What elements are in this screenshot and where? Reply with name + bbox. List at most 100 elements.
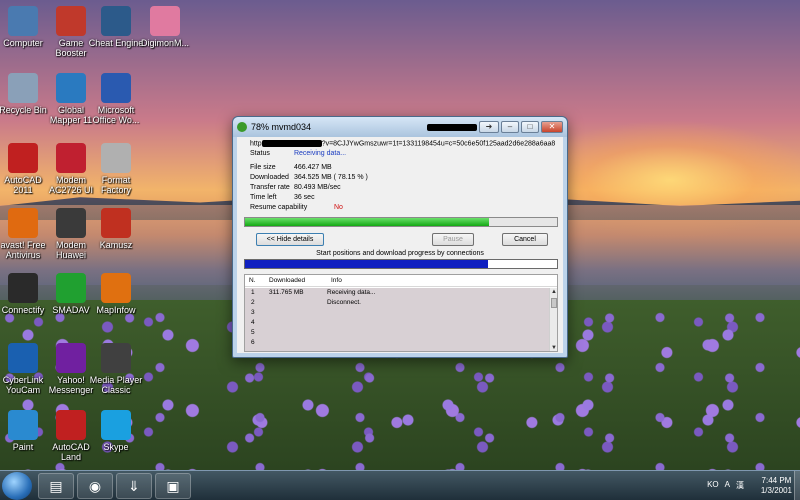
- row-downloaded: [265, 338, 327, 348]
- desktop-shortcut[interactable]: Microsoft Office Wo...: [83, 73, 149, 125]
- desktop-shortcut[interactable]: Kamusz: [83, 208, 149, 250]
- word-icon: [101, 73, 131, 103]
- minimize-button[interactable]: –: [501, 121, 519, 133]
- desktop-shortcut[interactable]: Media Player Classic: [83, 343, 149, 395]
- mapinfo-icon: [101, 273, 131, 303]
- desktop-shortcut[interactable]: DigimonM...: [132, 6, 198, 48]
- window-client-area: http ?v=8CJJYwGmszuwr=1t=1331198454u=c=50…: [237, 137, 563, 353]
- download-progress-fill: [245, 218, 489, 226]
- format-factory-icon: [101, 143, 131, 173]
- resume-capability-row: Resume capability No: [250, 204, 343, 211]
- start-button[interactable]: [2, 472, 32, 500]
- desktop-shortcut-label: Media Player Classic: [89, 375, 143, 395]
- row-downloaded: 311.765 MB: [269, 289, 304, 296]
- desktop-shortcut[interactable]: Skype: [83, 410, 149, 452]
- clock[interactable]: 7:44 PM 1/3/2001: [761, 476, 792, 496]
- avast-icon: [8, 208, 38, 238]
- hide-details-button[interactable]: << Hide details: [256, 233, 324, 246]
- huawei-modem-icon: [56, 208, 86, 238]
- scrollbar-thumb[interactable]: [551, 298, 557, 308]
- time-left-label: Time left: [250, 194, 277, 201]
- downloaded-label: Downloaded: [250, 174, 289, 181]
- url-prefix: http: [250, 140, 262, 148]
- status-label: Status: [250, 150, 270, 157]
- file-size-row: File size 466.427 MB: [250, 164, 332, 171]
- desktop-shortcut-label: Microsoft Office Wo...: [92, 105, 140, 125]
- row-downloaded: [265, 298, 327, 308]
- row-info: [327, 308, 551, 318]
- row-number: 2: [251, 299, 255, 306]
- cancel-button[interactable]: Cancel: [502, 233, 548, 246]
- digimon-icon: [150, 6, 180, 36]
- desktop-shortcut-label: Skype: [103, 442, 129, 452]
- windows-explorer-icon[interactable]: ▤: [38, 473, 74, 499]
- table-row[interactable]: 5: [245, 328, 551, 338]
- scroll-up-arrow-icon[interactable]: ▲: [550, 288, 557, 296]
- table-scrollbar[interactable]: ▲ ▼: [549, 288, 557, 351]
- row-number: 5: [251, 329, 255, 336]
- column-header-info[interactable]: Info: [327, 275, 557, 286]
- download-progress-bar: [244, 217, 558, 227]
- table-row[interactable]: 4: [245, 318, 551, 328]
- window-titlebar[interactable]: 78% mvmd034 ➜ – □ ✕: [233, 117, 567, 137]
- time-left-value: 36 sec: [293, 194, 315, 201]
- yahoo-messenger-icon: [56, 343, 86, 373]
- file-size-value: 466.427 MB: [293, 164, 332, 171]
- desktop-shortcut[interactable]: MapInfow: [83, 273, 149, 315]
- table-row[interactable]: 2 Disconnect.: [245, 298, 551, 308]
- skype-icon: [101, 410, 131, 440]
- connections-progress-bar: [244, 259, 558, 269]
- row-downloaded: [265, 328, 327, 338]
- row-info: Receiving data...: [327, 289, 376, 296]
- url-suffix: ?v=8CJJYwGmszuwr=1t=1331198454u=c=50c6e5…: [321, 140, 556, 148]
- paint-icon: [8, 410, 38, 440]
- row-number: 4: [251, 319, 255, 326]
- column-header-n[interactable]: N.: [245, 275, 265, 286]
- transfer-rate-value: 80.493 MB/sec: [293, 184, 341, 191]
- computer-icon: [8, 6, 38, 36]
- desktop-shortcut-label: MapInfow: [96, 305, 136, 315]
- media-player-classic-icon: [101, 343, 131, 373]
- row-number: 3: [251, 309, 255, 316]
- idm-icon[interactable]: ⇓: [116, 473, 152, 499]
- resume-capability-label: Resume capability: [250, 204, 308, 211]
- redacted-url: [261, 140, 322, 147]
- close-button[interactable]: ✕: [541, 121, 563, 133]
- time-left-row: Time left 36 sec: [250, 194, 315, 201]
- pause-button[interactable]: Pause: [432, 233, 474, 246]
- row-info: [327, 328, 551, 338]
- global-mapper-icon: [56, 73, 86, 103]
- status-value: Receiving data...: [293, 150, 347, 157]
- tray-item[interactable]: A: [725, 480, 730, 491]
- autocad-land-icon: [56, 410, 86, 440]
- download-progress-window: 78% mvmd034 ➜ – □ ✕ http ?v=8CJJYwGmszuwr…: [232, 116, 568, 358]
- arrow-icon[interactable]: ➜: [479, 121, 499, 133]
- maximize-button[interactable]: □: [521, 121, 539, 133]
- tray-item[interactable]: 漢: [736, 480, 744, 491]
- downloaded-value: 364.525 MB ( 78.15 % ): [293, 174, 368, 181]
- window-title: 78% mvmd034: [251, 122, 312, 132]
- scroll-down-arrow-icon[interactable]: ▼: [550, 344, 557, 351]
- column-header-downloaded[interactable]: Downloaded: [265, 275, 327, 286]
- table-row[interactable]: 6: [245, 338, 551, 348]
- kamusz-icon: [101, 208, 131, 238]
- table-row[interactable]: 3: [245, 308, 551, 318]
- tray-item[interactable]: KO: [707, 480, 719, 491]
- table-row[interactable]: 1 311.765 MB Receiving data...: [245, 288, 551, 298]
- youcam-icon: [8, 343, 38, 373]
- connections-table: N. Downloaded Info 1 311.765 MB Receiving …: [244, 274, 558, 352]
- transfer-rate-label: Transfer rate: [250, 184, 290, 191]
- chrome-icon[interactable]: ◉: [77, 473, 113, 499]
- media-player-classic-taskbar-icon[interactable]: ▣: [155, 473, 191, 499]
- desktop-shortcut[interactable]: Format Factory: [83, 143, 149, 195]
- download-url: http ?v=8CJJYwGmszuwr=1t=1331198454u=c=50…: [250, 140, 555, 147]
- desktop-shortcut-label: Kamusz: [99, 240, 133, 250]
- show-desktop-button[interactable]: [794, 471, 800, 500]
- autocad-icon: [8, 143, 38, 173]
- transfer-rate-row: Transfer rate 80.493 MB/sec: [250, 184, 341, 191]
- connections-table-body: 1 311.765 MB Receiving data... 2 Disconnect.…: [245, 288, 551, 351]
- row-downloaded: [265, 318, 327, 328]
- cheat-engine-icon: [101, 6, 131, 36]
- taskbar: ▤ ◉ ⇓ ▣ KO A 漢 7:44 PM 1/3/2001: [0, 470, 800, 500]
- system-tray: KO A 漢: [707, 480, 744, 491]
